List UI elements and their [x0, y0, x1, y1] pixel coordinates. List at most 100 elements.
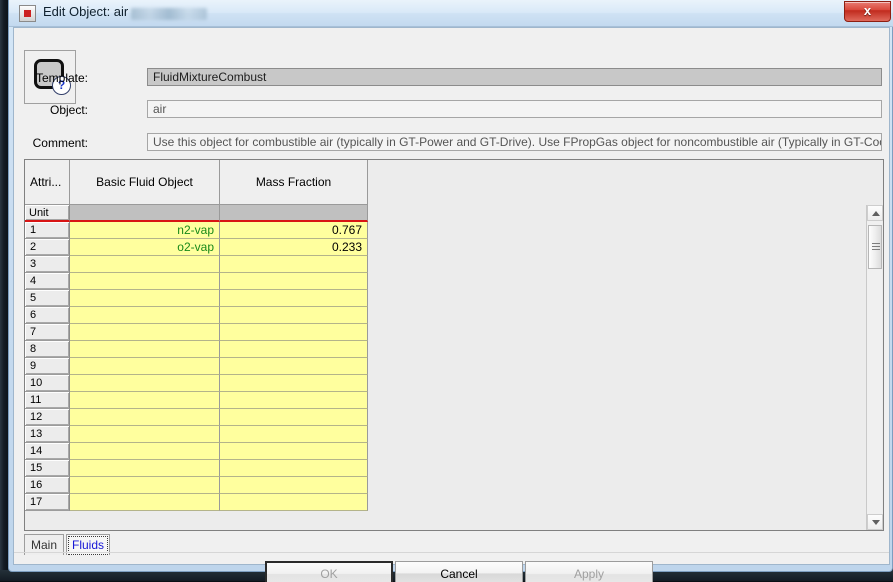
cell-basic-fluid-object[interactable]: [70, 307, 220, 324]
cell-mass-fraction[interactable]: [220, 290, 368, 307]
cell-basic-fluid-object[interactable]: [70, 341, 220, 358]
scroll-down-button[interactable]: [867, 514, 883, 530]
cell-basic-fluid-object[interactable]: [70, 290, 220, 307]
row-header-cell[interactable]: 17: [25, 494, 70, 511]
scroll-up-button[interactable]: [867, 205, 883, 221]
cell-basic-fluid-object[interactable]: [70, 443, 220, 460]
table-row[interactable]: 1 n2-vap 0.767: [25, 222, 368, 239]
table-row[interactable]: 10: [25, 375, 368, 392]
table-row[interactable]: 8: [25, 341, 368, 358]
cell-basic-fluid-object[interactable]: [70, 358, 220, 375]
tab-main-label: Main: [31, 538, 58, 552]
cell-basic-fluid-object[interactable]: [70, 256, 220, 273]
cancel-button[interactable]: Cancel: [395, 561, 523, 582]
row-header-cell[interactable]: 15: [25, 460, 70, 477]
table-row[interactable]: 9: [25, 358, 368, 375]
table-row[interactable]: 14: [25, 443, 368, 460]
cell-basic-fluid-object[interactable]: [70, 460, 220, 477]
arrow-up-icon: [872, 211, 880, 216]
cell-basic-fluid-object[interactable]: o2-vap: [70, 239, 220, 256]
cell-basic-fluid-object[interactable]: [70, 426, 220, 443]
dialog-button-bar: OK Cancel Apply: [14, 556, 889, 582]
cell-mass-fraction[interactable]: [220, 443, 368, 460]
row-header-cell[interactable]: 10: [25, 375, 70, 392]
row-header-cell[interactable]: 14: [25, 443, 70, 460]
cell-mass-fraction[interactable]: 0.233: [220, 239, 368, 256]
cell-mass-fraction[interactable]: [220, 341, 368, 358]
close-button[interactable]: x: [844, 1, 891, 22]
cell-mass-fraction[interactable]: 0.767: [220, 222, 368, 239]
row-header-cell[interactable]: 4: [25, 273, 70, 290]
unit-cell-mass-fraction[interactable]: [220, 205, 368, 222]
cell-basic-fluid-object[interactable]: [70, 392, 220, 409]
fluids-table: Attri... Basic Fluid Object Mass Fractio…: [24, 159, 884, 531]
cancel-button-label: Cancel: [440, 567, 478, 581]
cell-mass-fraction[interactable]: [220, 426, 368, 443]
cell-mass-fraction[interactable]: [220, 409, 368, 426]
row-header-cell[interactable]: 3: [25, 256, 70, 273]
cell-mass-fraction[interactable]: [220, 392, 368, 409]
table-vertical-scrollbar[interactable]: [866, 205, 883, 530]
row-header-cell[interactable]: 9: [25, 358, 70, 375]
cell-mass-fraction[interactable]: [220, 375, 368, 392]
row-header-cell[interactable]: 6: [25, 307, 70, 324]
row-header-cell[interactable]: 7: [25, 324, 70, 341]
table-row[interactable]: 15: [25, 460, 368, 477]
unit-cell-fluid[interactable]: [70, 205, 220, 222]
apply-button[interactable]: Apply: [525, 561, 653, 582]
table-row[interactable]: 12: [25, 409, 368, 426]
object-label: Object:: [49, 103, 88, 117]
cell-basic-fluid-object[interactable]: [70, 477, 220, 494]
row-header-cell[interactable]: 16: [25, 477, 70, 494]
cell-mass-fraction[interactable]: [220, 358, 368, 375]
redacted-title-suffix: [131, 8, 207, 20]
row-header-cell[interactable]: 13: [25, 426, 70, 443]
column-header-basic-fluid-object[interactable]: Basic Fluid Object: [70, 160, 220, 205]
object-name-field[interactable]: air: [147, 100, 882, 118]
cell-mass-fraction[interactable]: [220, 477, 368, 494]
dialog-client-area: ? Template: FluidMixtureCombust Object: …: [13, 27, 890, 582]
scrollbar-thumb[interactable]: [868, 225, 882, 269]
table-row[interactable]: 17: [25, 494, 368, 511]
apply-button-label: Apply: [573, 567, 605, 581]
row-header-cell[interactable]: 2: [25, 239, 70, 256]
cell-basic-fluid-object[interactable]: [70, 375, 220, 392]
table-row[interactable]: 13: [25, 426, 368, 443]
cell-mass-fraction[interactable]: [220, 494, 368, 511]
table-row[interactable]: 3: [25, 256, 368, 273]
column-header-attribute[interactable]: Attri...: [25, 160, 70, 205]
window-titlebar[interactable]: Edit Object: air x: [9, 0, 893, 27]
cell-mass-fraction[interactable]: [220, 273, 368, 290]
table-row[interactable]: 4: [25, 273, 368, 290]
ok-button-label: OK: [320, 567, 338, 581]
cell-basic-fluid-object[interactable]: [70, 273, 220, 290]
table-row[interactable]: 7: [25, 324, 368, 341]
row-header-cell[interactable]: 8: [25, 341, 70, 358]
cell-mass-fraction[interactable]: [220, 460, 368, 477]
cell-basic-fluid-object[interactable]: [70, 409, 220, 426]
cell-mass-fraction[interactable]: [220, 256, 368, 273]
cell-mass-fraction[interactable]: [220, 307, 368, 324]
table-row[interactable]: 2 o2-vap 0.233: [25, 239, 368, 256]
app-icon: [19, 5, 36, 22]
cell-basic-fluid-object[interactable]: n2-vap: [70, 222, 220, 239]
row-header-cell[interactable]: 1: [25, 222, 70, 239]
row-header-cell[interactable]: 5: [25, 290, 70, 307]
column-header-mass-fraction[interactable]: Mass Fraction: [220, 160, 368, 205]
cell-basic-fluid-object[interactable]: [70, 494, 220, 511]
cell-basic-fluid-object[interactable]: [70, 324, 220, 341]
row-header-cell[interactable]: 12: [25, 409, 70, 426]
table-row[interactable]: 6: [25, 307, 368, 324]
background-left-edge: [0, 0, 8, 582]
table-row[interactable]: 16: [25, 477, 368, 494]
table-row[interactable]: 11: [25, 392, 368, 409]
ok-button[interactable]: OK: [265, 561, 393, 582]
unit-row-label: Unit: [25, 205, 70, 222]
close-icon: x: [863, 3, 872, 18]
cell-mass-fraction[interactable]: [220, 324, 368, 341]
edit-object-window: Edit Object: air x ? Template: FluidMixt…: [8, 0, 893, 582]
row-header-cell[interactable]: 11: [25, 392, 70, 409]
comment-field[interactable]: Use this object for combustible air (typ…: [147, 133, 882, 151]
table-row[interactable]: 5: [25, 290, 368, 307]
grip-icon: [872, 243, 880, 250]
